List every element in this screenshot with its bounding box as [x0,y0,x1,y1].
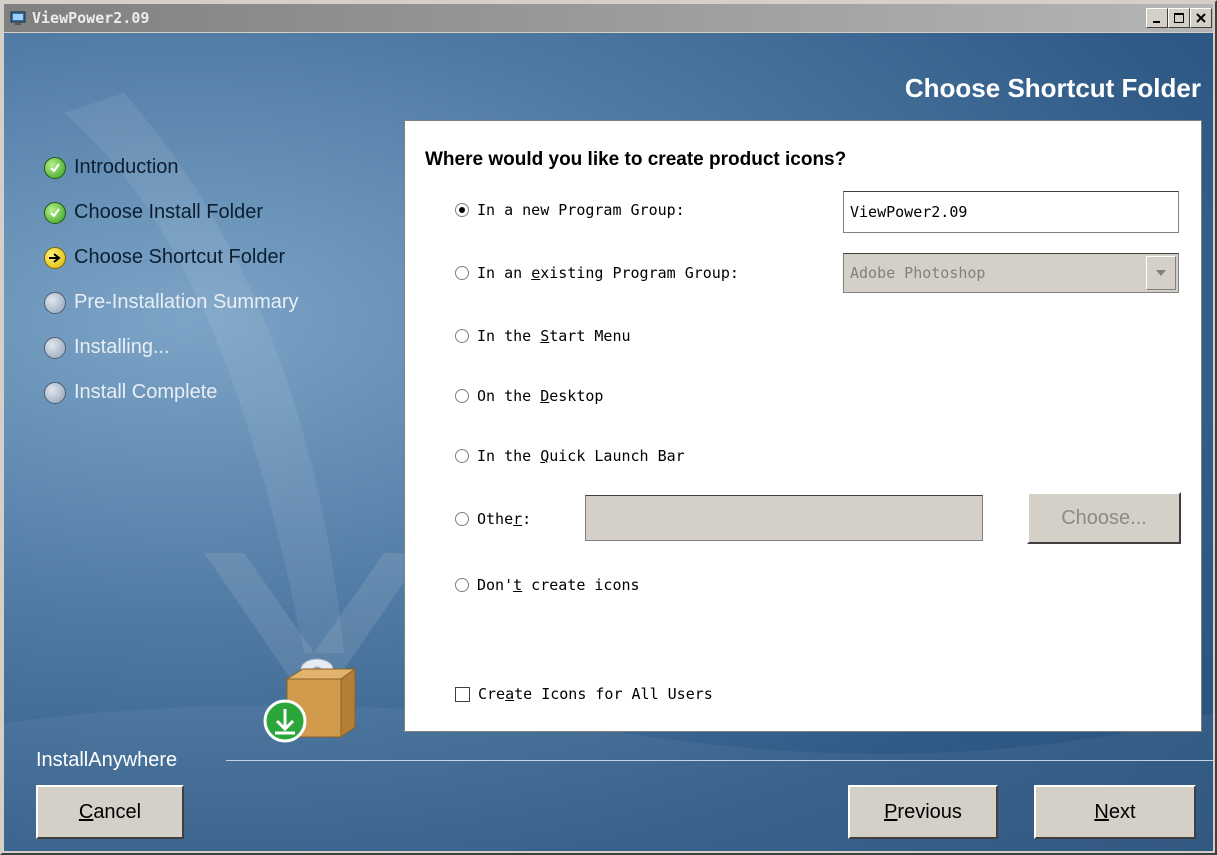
mnemonic: e [531,264,541,282]
footer-divider [226,760,1213,761]
check-circle-icon [44,201,66,224]
step-label: Choose Install Folder [74,201,263,223]
step-label: Choose Shortcut Folder [74,246,286,268]
mnemonic: t [513,576,523,594]
step-choose-install-folder: Choose Install Folder [44,190,299,235]
radio-other[interactable] [455,512,469,526]
app-icon [10,10,28,26]
radio-quick-launch[interactable] [455,449,469,463]
cancel-button[interactable]: Cancel [36,785,184,839]
option-label-post: xisting Program Group: [540,264,739,282]
steps-list: Introduction Choose Install Folder Choos… [44,145,299,415]
mnemonic: S [540,327,550,345]
option-label-pre: In the [477,327,541,345]
option-label: In a new Program Group: [477,201,685,219]
option-desktop[interactable]: On the Desktop [455,387,603,405]
mnemonic: D [540,387,550,405]
option-label-post: esktop [549,387,604,405]
option-label-pre: Othe [477,510,514,528]
option-label-pre: On the [477,387,541,405]
step-label: Installing... [74,336,170,358]
gray-circle-icon [44,291,66,314]
installer-window: ViewPower2.09 Choose Shortcut Folder Int… [0,0,1217,855]
chevron-down-icon[interactable] [1146,256,1176,290]
title-bar[interactable]: ViewPower2.09 [4,4,1213,32]
radio-start-menu[interactable] [455,329,469,343]
button-label: revious [897,800,962,823]
mnemonic: C [78,800,94,823]
all-users-option[interactable]: Cre a te Icons for All Users [455,685,713,703]
existing-group-dropdown[interactable]: Adobe Photoshop [843,253,1179,293]
step-label: Install Complete [74,381,218,403]
mnemonic: P [884,800,898,823]
button-label: ancel [93,800,142,823]
mnemonic: a [505,685,515,703]
box-with-cd-icon [263,658,357,743]
maximize-button[interactable] [1168,8,1190,28]
option-new-program-group[interactable]: In a new Program Group: [455,201,685,219]
dropdown-value: Adobe Photoshop [850,264,986,282]
close-button[interactable] [1190,8,1212,28]
step-label: Introduction [74,156,179,178]
button-label: ext [1108,800,1136,823]
mnemonic: N [1094,800,1109,823]
option-label-pre: In an [477,264,532,282]
program-group-name-field[interactable]: ViewPower2.09 [843,191,1179,233]
step-installing: Installing... [44,325,299,370]
question-text: Where would you like to create product i… [425,149,847,170]
choose-button[interactable]: Choose... [1027,492,1181,544]
maximize-icon [1174,13,1184,23]
close-icon [1196,13,1206,23]
wizard-body: Choose Shortcut Folder Introduction Choo… [4,33,1213,851]
option-label-post: create icons [522,576,640,594]
arrow-circle-icon [44,246,66,269]
other-path-field[interactable] [585,495,983,541]
next-button[interactable]: Next [1034,785,1196,839]
option-dont-create[interactable]: Don' t create icons [455,576,640,594]
option-label-post: uick Launch Bar [549,447,685,465]
step-choose-shortcut-folder: Choose Shortcut Folder [44,235,299,280]
option-label-pre: In the [477,447,541,465]
brand-label: InstallAnywhere [36,749,178,771]
option-label-post: tart Menu [549,327,631,345]
all-users-checkbox[interactable] [455,686,470,702]
option-label-pre: Don' [477,576,514,594]
radio-desktop[interactable] [455,389,469,403]
minimize-button[interactable] [1146,8,1168,28]
step-label: Pre-Installation Summary [74,291,299,313]
radio-dont-create[interactable] [455,578,469,592]
radio-new-program-group[interactable] [455,203,469,217]
page-title: Choose Shortcut Folder [904,73,1201,103]
option-quick-launch[interactable]: In the Quick Launch Bar [455,447,685,465]
previous-button[interactable]: Previous [848,785,998,839]
option-label-post: te Icons for All Users [514,685,713,703]
option-label-post: : [522,510,532,528]
gray-circle-icon [44,381,66,404]
option-existing-program-group[interactable]: In an e xisting Program Group: [455,264,739,282]
option-label-pre: Cre [478,685,506,703]
mnemonic: Q [540,447,550,465]
check-circle-icon [44,156,66,179]
step-pre-installation-summary: Pre-Installation Summary [44,280,299,325]
radio-existing-program-group[interactable] [455,266,469,280]
options-panel: Where would you like to create product i… [404,120,1202,732]
option-other[interactable]: Othe r: [455,510,531,528]
window-title: ViewPower2.09 [32,9,150,27]
option-start-menu[interactable]: In the Start Menu [455,327,631,345]
mnemonic: r [513,510,523,528]
step-install-complete: Install Complete [44,370,299,415]
step-introduction: Introduction [44,145,299,190]
gray-circle-icon [44,336,66,359]
minimize-icon [1153,21,1160,23]
